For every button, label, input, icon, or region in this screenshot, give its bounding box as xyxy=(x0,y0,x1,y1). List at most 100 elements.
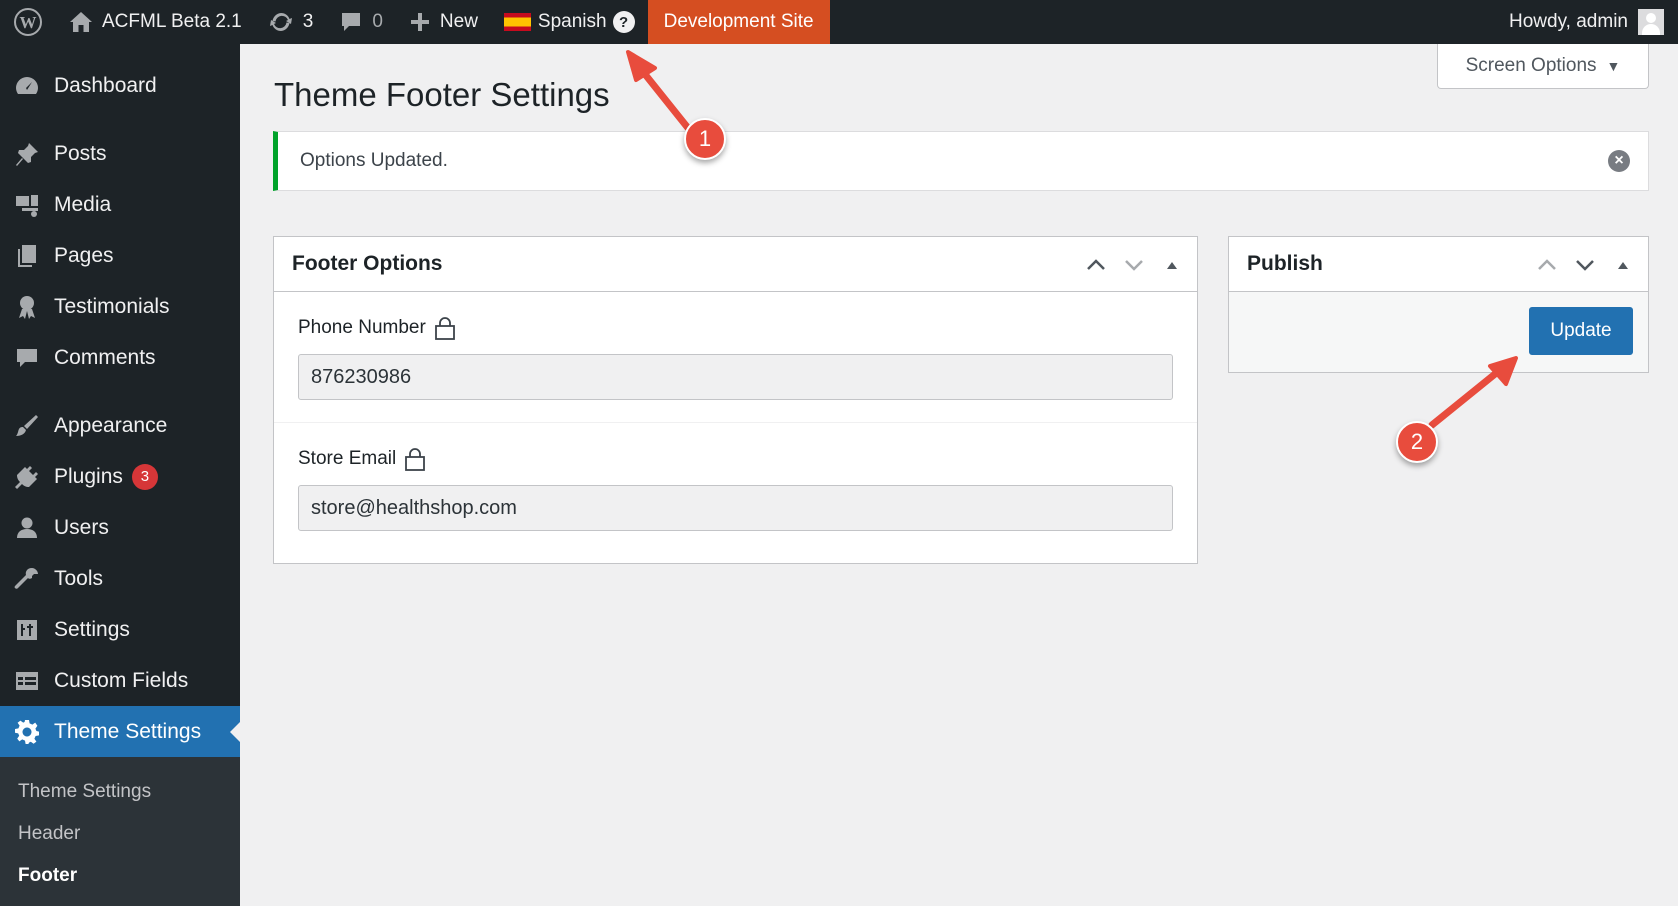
sidebar-item-plugins[interactable]: Plugins 3 xyxy=(0,451,240,502)
store-email-field: Store Email store@healthshop.com xyxy=(274,422,1197,553)
chevron-up-icon[interactable] xyxy=(1534,252,1560,278)
new-content-link[interactable]: New xyxy=(396,0,491,44)
screen-options-button[interactable]: Screen Options ▼ xyxy=(1437,44,1649,89)
sidebar-item-label: Tools xyxy=(54,566,104,590)
sidebar-item-label: Posts xyxy=(54,141,107,165)
phone-number-input[interactable]: 876230986 xyxy=(298,354,1173,400)
chevron-down-icon[interactable] xyxy=(1121,252,1147,278)
wordpress-logo-button[interactable]: W xyxy=(0,0,56,44)
dashboard-gauge-icon xyxy=(16,76,38,94)
my-account[interactable]: Howdy, admin xyxy=(1509,9,1678,35)
comments-link[interactable]: 0 xyxy=(326,0,396,44)
home-icon xyxy=(70,12,92,32)
admin-sidebar: Dashboard Posts Media Pages Testimonials… xyxy=(0,44,240,906)
footer-options-box: Footer Options Phone Number 876230986 St… xyxy=(273,236,1198,564)
new-label: New xyxy=(439,11,478,32)
gear-icon xyxy=(15,719,39,744)
sidebar-item-label: Settings xyxy=(54,617,130,641)
sidebar-item-pages[interactable]: Pages xyxy=(0,230,240,281)
sidebar-item-users[interactable]: Users xyxy=(0,502,240,553)
sidebar-item-label: Comments xyxy=(54,345,156,369)
annotation-marker-1: 1 xyxy=(684,118,726,160)
sidebar-item-posts[interactable]: Posts xyxy=(0,128,240,179)
sidebar-item-media[interactable]: Media xyxy=(0,179,240,230)
chevron-down-icon[interactable] xyxy=(1572,252,1598,278)
user-icon xyxy=(17,517,37,538)
screen-options-label: Screen Options xyxy=(1465,55,1597,76)
publish-controls xyxy=(1522,237,1636,292)
plus-icon xyxy=(410,13,429,31)
admin-bar: W ACFML Beta 2.1 3 0 New Spanish ? Devel… xyxy=(0,0,1678,44)
theme-settings-submenu: Theme Settings Header Footer xyxy=(0,757,240,906)
publish-box: Publish Update xyxy=(1228,236,1649,373)
comment-bubble-icon xyxy=(342,13,361,31)
site-name-link[interactable]: ACFML Beta 2.1 xyxy=(56,0,255,44)
sidebar-item-appearance[interactable]: Appearance xyxy=(0,400,240,451)
triangle-up-icon[interactable] xyxy=(1159,252,1185,278)
sidebar-item-label: Dashboard xyxy=(54,73,157,97)
site-name: ACFML Beta 2.1 xyxy=(102,11,242,32)
avatar xyxy=(1638,9,1664,35)
submenu-item-header[interactable]: Header xyxy=(0,813,240,855)
chevron-up-icon[interactable] xyxy=(1083,252,1109,278)
sidebar-item-label: Users xyxy=(54,515,109,539)
sidebar-item-comments[interactable]: Comments xyxy=(0,332,240,383)
footer-options-header: Footer Options xyxy=(274,237,1197,292)
paintbrush-icon xyxy=(16,414,38,436)
lock-icon xyxy=(405,448,426,471)
wrench-icon xyxy=(14,567,38,589)
help-icon[interactable]: ? xyxy=(612,11,635,33)
pushpin-icon xyxy=(16,142,38,166)
lock-icon xyxy=(434,317,455,340)
arrow-1 xyxy=(626,50,692,132)
sidebar-item-theme-settings[interactable]: Theme Settings xyxy=(0,706,240,757)
sidebar-item-label: Custom Fields xyxy=(54,668,189,692)
field-label-text: Phone Number xyxy=(298,317,426,338)
triangle-up-icon[interactable] xyxy=(1610,252,1636,278)
page-title: Theme Footer Settings xyxy=(274,76,610,113)
sidebar-item-custom-fields[interactable]: Custom Fields xyxy=(0,655,240,706)
annotation-marker-2: 2 xyxy=(1396,421,1438,463)
footer-options-controls xyxy=(1071,237,1185,292)
field-label-text: Store Email xyxy=(298,448,397,469)
plugins-update-badge: 3 xyxy=(131,463,158,490)
updates-link[interactable]: 3 xyxy=(255,0,327,44)
sidebar-item-label: Plugins xyxy=(54,464,123,488)
sidebar-item-tools[interactable]: Tools xyxy=(0,553,240,604)
submenu-item-theme-settings[interactable]: Theme Settings xyxy=(0,771,240,813)
sidebar-item-label: Media xyxy=(54,192,112,216)
plug-icon xyxy=(15,465,38,489)
dismiss-icon[interactable]: × xyxy=(1608,150,1630,172)
language-label: Spanish xyxy=(537,11,607,32)
sidebar-item-label: Theme Settings xyxy=(54,719,202,743)
svg-text:W: W xyxy=(20,13,37,32)
submenu-item-footer[interactable]: Footer xyxy=(0,855,240,897)
phone-number-label: Phone Number xyxy=(298,316,1173,340)
success-notice: Options Updated. × xyxy=(273,131,1649,191)
phone-number-field: Phone Number 876230986 xyxy=(274,292,1197,422)
sliders-icon xyxy=(17,619,37,640)
store-email-input[interactable]: store@healthshop.com xyxy=(298,485,1173,531)
media-icon xyxy=(16,194,38,217)
store-email-label: Store Email xyxy=(298,447,1173,471)
pages-icon xyxy=(18,244,36,267)
caret-down-icon: ▼ xyxy=(1606,58,1621,74)
sidebar-item-dashboard[interactable]: Dashboard xyxy=(0,60,240,111)
language-switcher[interactable]: Spanish ? xyxy=(491,0,648,44)
updates-count: 3 xyxy=(302,11,314,32)
sidebar-item-label: Testimonials xyxy=(54,294,170,318)
environment-badge[interactable]: Development Site xyxy=(647,0,830,44)
comment-bubble-icon xyxy=(17,348,37,367)
update-button[interactable]: Update xyxy=(1529,307,1633,355)
notice-text: Options Updated. xyxy=(300,150,448,171)
sidebar-item-settings[interactable]: Settings xyxy=(0,604,240,655)
comments-count: 0 xyxy=(372,11,383,32)
publish-body: Update xyxy=(1229,292,1648,372)
updates-icon xyxy=(269,12,292,32)
publish-title: Publish xyxy=(1247,252,1323,275)
sidebar-item-label: Pages xyxy=(54,243,114,267)
publish-header: Publish xyxy=(1229,237,1648,292)
sidebar-item-testimonials[interactable]: Testimonials xyxy=(0,281,240,332)
sidebar-item-label: Appearance xyxy=(54,413,168,437)
spain-flag-icon xyxy=(503,13,531,31)
